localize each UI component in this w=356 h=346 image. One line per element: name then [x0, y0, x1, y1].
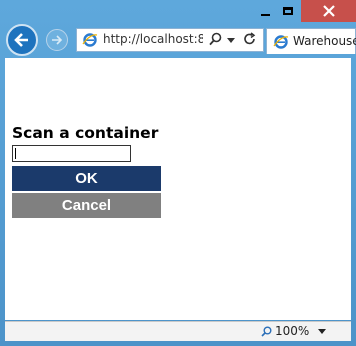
- browser-tab[interactable]: Warehouse: [266, 28, 356, 54]
- navigation-bar: http://localhost:83 Warehouse: [0, 22, 356, 58]
- forward-button[interactable]: [46, 29, 68, 51]
- status-bar: 100%: [5, 321, 351, 341]
- maximize-button[interactable]: [277, 0, 299, 22]
- address-dropdown-icon[interactable]: [227, 38, 235, 43]
- zoom-icon: [261, 326, 272, 337]
- maximize-icon: [283, 7, 293, 15]
- container-input[interactable]: [12, 145, 131, 162]
- minimize-icon: [260, 13, 270, 16]
- minimize-button[interactable]: [254, 0, 276, 22]
- ie-icon: [273, 35, 289, 49]
- close-icon: [322, 5, 335, 17]
- zoom-dropdown-icon[interactable]: [318, 329, 326, 334]
- refresh-icon[interactable]: [243, 32, 257, 50]
- back-button[interactable]: [6, 24, 38, 56]
- browser-window: http://localhost:83 Warehouse Scan a con…: [0, 0, 356, 346]
- search-icon[interactable]: [209, 32, 222, 50]
- back-arrow-icon: [14, 33, 28, 47]
- page-content: Scan a container OK Cancel: [5, 58, 351, 320]
- zoom-level: 100%: [275, 324, 310, 338]
- cancel-button[interactable]: Cancel: [12, 193, 161, 218]
- zoom-control[interactable]: 100%: [261, 324, 309, 338]
- ok-button[interactable]: OK: [12, 166, 161, 191]
- tab-label: Warehouse: [293, 34, 356, 48]
- address-bar[interactable]: http://localhost:83: [76, 28, 264, 52]
- address-text: http://localhost:83: [103, 32, 203, 46]
- close-button[interactable]: [301, 0, 356, 22]
- forward-arrow-icon: [52, 35, 63, 45]
- page-heading: Scan a container: [12, 124, 159, 142]
- ie-icon: [82, 33, 98, 47]
